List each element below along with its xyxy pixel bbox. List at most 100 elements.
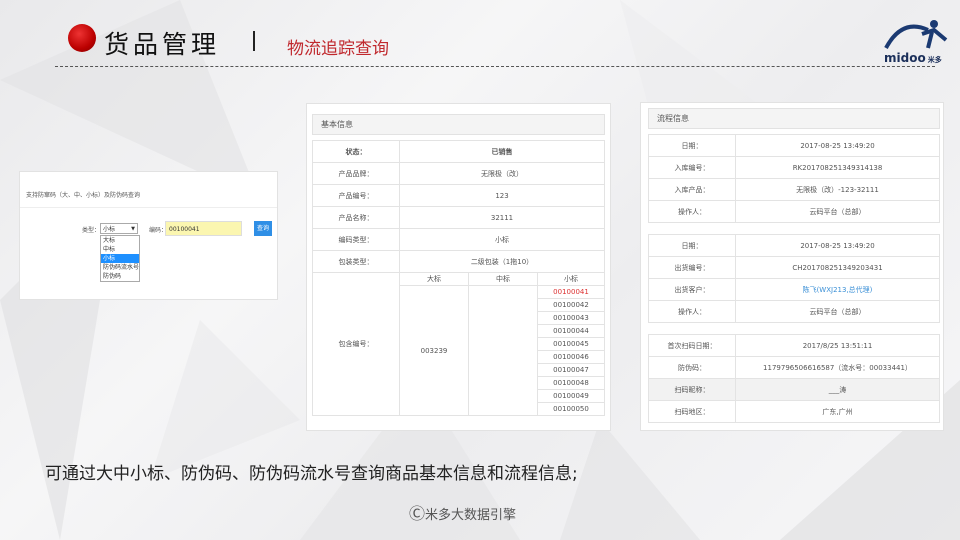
row-value: 32111 [399,206,605,229]
row-value: 123 [399,184,605,207]
table-row: 产品名称： 32111 [312,206,605,229]
process-info-title: 流程信息 [648,108,940,129]
row-value: RK201708251349314138 [735,156,940,179]
basic-info-title: 基本信息 [312,114,605,135]
row-value: 已销售 [399,140,605,163]
small-code: 00100044 [537,324,605,338]
small-code: 00100041 [537,285,605,299]
table-row: 状态： 已销售 [312,140,605,163]
page-title: 货品管理 [104,30,221,59]
row-value: 二级包装（1拖10） [399,250,605,273]
row-label: 编码类型： [312,228,400,251]
row-value: 小标 [399,228,605,251]
page-subtitle: 物流追踪查询 [287,39,389,59]
search-heading: 支持防窜码（大、中、小标）及防伪码查询 [26,192,141,199]
row-label: 操作人： [648,200,736,223]
type-label: 类型： [82,227,101,234]
copyright-text: 米多大数据引擎 [425,508,517,523]
type-option-mid[interactable]: 中标 [101,245,139,254]
row-value: 2017-08-25 13:49:20 [735,134,940,157]
row-value: 云码平台（总部） [735,200,940,223]
process-group-3: 首次扫码日期： 2017/8/25 13:51:11 防伪码： 11797965066… [648,334,940,423]
table-row: 产品编号： 123 [312,184,605,207]
row-value: 无限极（改） [399,162,605,185]
type-option-serial[interactable]: 防伪码流水号 [101,263,139,272]
copyright: Ⓒ米多大数据引擎 [409,500,516,524]
small-code: 00100046 [537,350,605,364]
pack-label: 包含编号： [312,272,400,416]
type-option-antifake[interactable]: 防伪码 [101,272,139,281]
row-label: 日期： [648,234,736,257]
code-input[interactable]: 00100041 [165,221,242,236]
table-row: 入库产品： 无限极（改）-123-32111 [648,178,940,201]
basic-info-table: 状态： 已销售 产品品牌： 无限极（改） 产品编号： 123 产品名称： 32111 编码类型：… [312,140,605,416]
type-option-big[interactable]: 大标 [101,236,139,245]
logo-word: midoo [884,51,926,65]
row-label: 防伪码： [648,356,736,379]
pack-header: 小标 [537,272,605,286]
table-row: 首次扫码日期： 2017/8/25 13:51:11 [648,334,940,357]
small-code: 00100045 [537,337,605,351]
row-label: 出货编号： [648,256,736,279]
title-separator [253,31,255,51]
type-select-value: 小标 [103,226,116,233]
row-value: 云码平台（总部） [735,300,940,323]
table-row: 日期： 2017-08-25 13:49:20 [648,234,940,257]
row-label: 操作人： [648,300,736,323]
row-value: 陈飞(WXJ213,总代理) [735,278,940,301]
row-label: 扫码昵称： [648,378,736,401]
small-code: 00100043 [537,311,605,325]
process-group-2: 日期： 2017-08-25 13:49:20 出货编号： CH20170825134… [648,234,940,323]
chevron-down-icon: ▼ [131,226,135,232]
small-code: 00100048 [537,376,605,390]
process-group-1: 日期： 2017-08-25 13:49:20 入库编号： RK20170825134… [648,134,940,223]
search-divider [20,207,277,208]
table-row: 防伪码： 1179796506616587（流水号：00033441） [648,356,940,379]
table-row: 包含编号： 大标 中标 小标 [312,272,605,416]
logo-text: midoo 米多 [884,51,942,65]
table-row: 扫码昵称： ___涛 [648,378,940,401]
row-label: 扫码地区： [648,400,736,423]
table-row: 产品品牌： 无限极（改） [312,162,605,185]
row-label: 产品名称： [312,206,400,229]
row-label: 产品编号： [312,184,400,207]
header-divider [55,66,935,67]
table-row: 入库编号： RK201708251349314138 [648,156,940,179]
row-value: CH201708251349203431 [735,256,940,279]
table-row: 操作人： 云码平台（总部） [648,200,940,223]
row-label: 入库编号： [648,156,736,179]
small-code: 00100047 [537,363,605,377]
row-value: ___涛 [735,378,940,401]
mid-code [468,285,538,416]
small-code: 00100042 [537,298,605,312]
row-label: 产品品牌： [312,162,400,185]
table-row: 编码类型： 小标 [312,228,605,251]
pack-header: 大标 [399,272,469,286]
query-button[interactable]: 查询 [254,221,272,236]
row-label: 出货客户： [648,278,736,301]
row-value: 2017/8/25 13:51:11 [735,334,940,357]
small-code: 00100049 [537,389,605,403]
row-value: 2017-08-25 13:49:20 [735,234,940,257]
row-label: 日期： [648,134,736,157]
row-label: 入库产品： [648,178,736,201]
big-code: 003239 [399,285,469,416]
row-value: 1179796506616587（流水号：00033441） [735,356,940,379]
row-value: 无限极（改）-123-32111 [735,178,940,201]
table-row: 操作人： 云码平台（总部） [648,300,940,323]
logo-suffix: 米多 [927,56,942,64]
table-row: 扫码地区： 广东,广州 [648,400,940,423]
type-option-small[interactable]: 小标 [101,254,139,263]
search-panel: 支持防窜码（大、中、小标）及防伪码查询 类型： 小标 ▼ 大标 中标 小标 防伪… [19,171,278,300]
table-row: 日期： 2017-08-25 13:49:20 [648,134,940,157]
row-value: 广东,广州 [735,400,940,423]
type-select[interactable]: 小标 ▼ [100,223,138,234]
copyright-icon: Ⓒ [409,504,426,523]
table-row: 出货客户： 陈飞(WXJ213,总代理) [648,278,940,301]
caption-text: 可通过大中小标、防伪码、防伪码流水号查询商品基本信息和流程信息; [45,464,578,484]
row-label: 状态： [312,140,400,163]
pack-header: 中标 [468,272,538,286]
small-code: 00100050 [537,402,605,416]
type-dropdown-list: 大标 中标 小标 防伪码流水号 防伪码 [100,235,140,282]
row-label: 包装类型： [312,250,400,273]
